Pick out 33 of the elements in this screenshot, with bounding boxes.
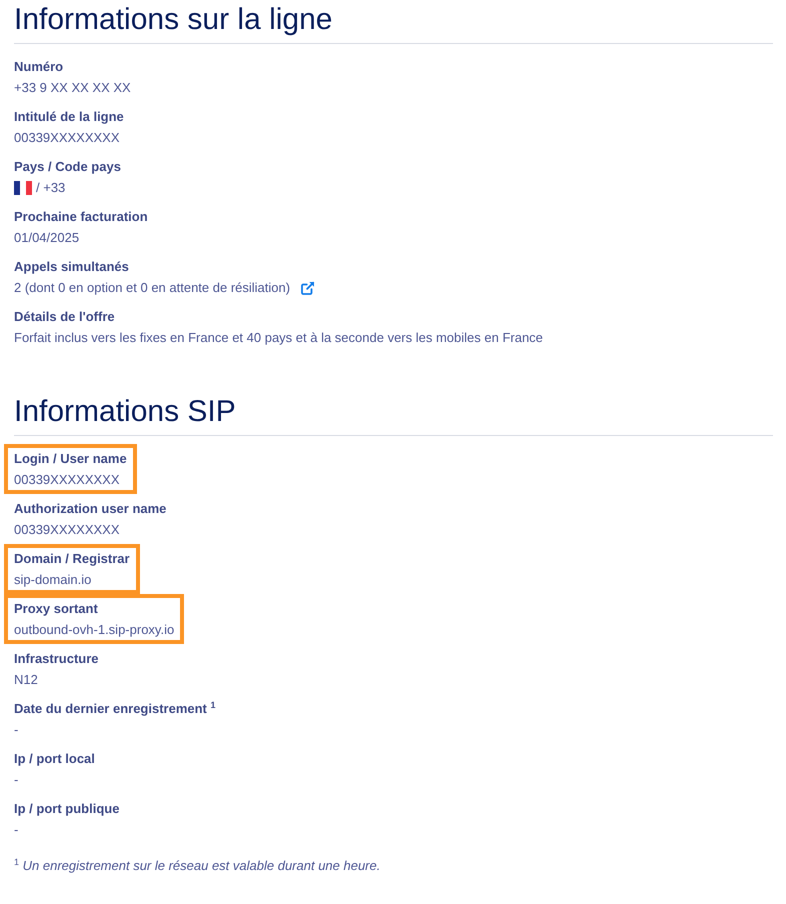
field-value: 2 (dont 0 en option et 0 en attente de résiliation): [14, 279, 290, 297]
section-title: Informations sur la ligne: [14, 2, 332, 38]
field-label: Infrastructure: [14, 650, 99, 668]
field-label: Date du dernier enregistrement $^{1}$: [14, 699, 216, 718]
field-label: Appels simultanés: [14, 258, 129, 276]
field-value: sip-domain.io: [14, 571, 92, 589]
field-label: Numéro: [14, 58, 64, 76]
field-label: Authorization user name: [14, 500, 166, 518]
field-value: -: [14, 821, 18, 839]
field-label: Proxy sortant: [14, 600, 98, 618]
field-value: / +33: [36, 179, 66, 197]
field-value: +33 9 XX XX XX XX: [14, 79, 131, 97]
flag-icon: [14, 180, 32, 194]
field-value: 00339XXXXXXXX: [14, 471, 120, 489]
field-value: N12: [14, 671, 38, 689]
field-label: Domain / Registrar: [14, 550, 130, 568]
external-link-icon[interactable]: [301, 280, 316, 294]
field-value: outbound-ovh-1.sip-proxy.io: [14, 621, 174, 639]
field-value: -: [14, 771, 18, 789]
field-label: Détails de l'offre: [14, 308, 115, 326]
field-value: Forfait inclus vers les fixes en France et 40 pays et à la seconde vers les mobiles en France: [14, 329, 543, 347]
field-label: Prochaine facturation: [14, 208, 148, 226]
field-label: Ip / port publique: [14, 800, 120, 818]
field-label: Login / User name: [14, 450, 127, 468]
field-label: Intitulé de la ligne: [14, 108, 124, 126]
field-value: 00339XXXXXXXX: [14, 129, 120, 147]
field-value: -: [14, 721, 18, 739]
field-label: Pays / Code pays: [14, 158, 121, 176]
field-value: 00339XXXXXXXX: [14, 521, 120, 539]
section-title: Informations SIP: [14, 394, 236, 430]
field-value: 01/04/2025: [14, 229, 80, 247]
footnote: $^{1}$ Un enregistrement sur le réseau est valable durant une heure.: [14, 856, 380, 875]
field-label: Ip / port local: [14, 750, 95, 768]
